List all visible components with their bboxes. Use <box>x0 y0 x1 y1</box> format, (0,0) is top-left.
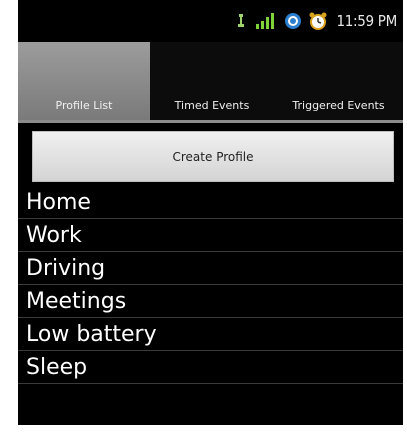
bottom-margin <box>0 425 407 437</box>
profile-list: Home Work Driving Meetings Low battery S… <box>18 186 403 384</box>
sync-icon <box>285 13 302 29</box>
tab-label: Profile List <box>55 99 113 112</box>
create-profile-label: Create Profile <box>172 149 254 164</box>
status-icons: 11:59 PM <box>236 11 397 31</box>
tab-label: Triggered Events <box>292 99 385 112</box>
tab-bar: Profile List Timed Events Triggered Even… <box>18 42 403 123</box>
tab-label: Timed Events <box>174 99 250 112</box>
usb-icon <box>238 14 245 27</box>
left-margin <box>0 0 18 437</box>
tab-underline <box>18 120 403 123</box>
tab-profile-list[interactable]: Profile List <box>18 42 150 120</box>
profile-item-driving[interactable]: Driving <box>18 252 403 285</box>
profile-item-sleep[interactable]: Sleep <box>18 351 403 384</box>
profile-item-work[interactable]: Work <box>18 219 403 252</box>
profile-item-low-battery[interactable]: Low battery <box>18 318 403 351</box>
tab-triggered-events[interactable]: Triggered Events <box>274 42 403 120</box>
alarm-icon <box>309 12 327 30</box>
status-clock: 11:59 PM <box>336 12 397 30</box>
profile-item-home[interactable]: Home <box>18 186 403 219</box>
right-margin <box>403 0 407 437</box>
phone-screen: 11:59 PM Profile List Timed Events Trigg… <box>18 0 403 425</box>
create-profile-button[interactable]: Create Profile <box>32 131 394 182</box>
tab-timed-events[interactable]: Timed Events <box>150 42 274 120</box>
signal-icon <box>256 13 275 29</box>
status-bar: 11:59 PM <box>18 0 403 40</box>
profile-item-meetings[interactable]: Meetings <box>18 285 403 318</box>
